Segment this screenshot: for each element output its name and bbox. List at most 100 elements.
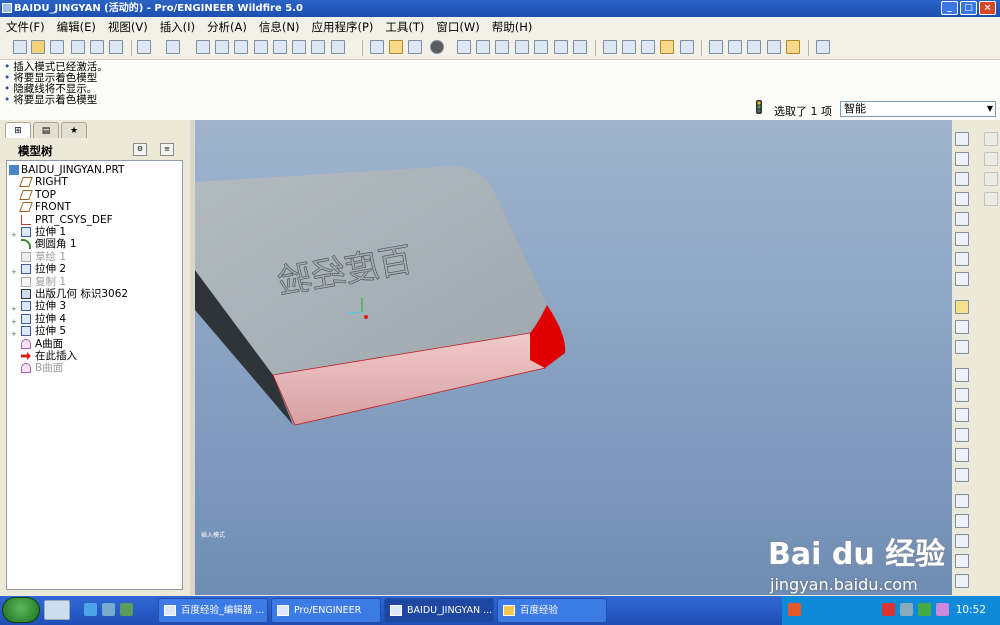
tab-folder-browser[interactable]: ▤ <box>33 122 59 138</box>
sidebar-tool-icon[interactable] <box>984 132 998 146</box>
extrude-tool-icon[interactable] <box>955 368 969 382</box>
menu-insert[interactable]: 插入(I) <box>154 19 201 35</box>
sidebar-tool-icon[interactable] <box>984 192 998 206</box>
csys-tool-icon[interactable] <box>955 232 969 246</box>
saved-views-icon[interactable] <box>534 40 548 54</box>
open-folder-icon[interactable] <box>31 40 45 54</box>
menu-edit[interactable]: 编辑(E) <box>51 19 102 35</box>
chamfer-tool-icon[interactable] <box>955 468 969 482</box>
datum-display-icon[interactable] <box>370 40 384 54</box>
shell-tool-icon[interactable] <box>955 494 969 508</box>
menu-info[interactable]: 信息(N) <box>253 19 306 35</box>
menu-help[interactable]: 帮助(H) <box>486 19 539 35</box>
close-button[interactable]: × <box>979 1 996 15</box>
selection-filter-dropdown[interactable]: 智能 ▼ <box>840 101 996 117</box>
tree-item-label: B曲面 <box>35 362 64 375</box>
app-icon[interactable] <box>120 603 133 616</box>
tray-app-icon[interactable] <box>788 603 801 616</box>
zoom-in-icon[interactable] <box>457 40 471 54</box>
menu-analysis[interactable]: 分析(A) <box>201 19 253 35</box>
orient-mode-icon[interactable] <box>408 40 422 54</box>
maximize-button[interactable]: □ <box>960 1 977 15</box>
datum-plane-tool-icon[interactable] <box>955 152 969 166</box>
task-button[interactable]: 百度经验 <box>497 598 607 623</box>
new-file-icon[interactable] <box>13 40 27 54</box>
show-desktop-icon[interactable] <box>44 600 70 620</box>
mirror-tool-icon[interactable] <box>955 320 969 334</box>
annotation-display-icon[interactable] <box>786 40 800 54</box>
csys-display-icon[interactable] <box>767 40 781 54</box>
menu-file[interactable]: 文件(F) <box>0 19 51 35</box>
task-button[interactable]: BAIDU_JINGYAN ... <box>384 598 494 623</box>
analysis-feature-icon[interactable] <box>955 252 969 266</box>
copy-icon[interactable] <box>215 40 229 54</box>
blend-tool-icon[interactable] <box>955 428 969 442</box>
reorient-icon[interactable] <box>515 40 529 54</box>
datum-plane-icon <box>19 202 33 213</box>
expand-icon[interactable]: + <box>11 328 17 340</box>
find-icon[interactable] <box>311 40 325 54</box>
redo-icon[interactable] <box>166 40 180 54</box>
merge-tool-icon[interactable] <box>955 340 969 354</box>
print-icon[interactable] <box>71 40 85 54</box>
point-display-icon[interactable] <box>747 40 761 54</box>
menu-tools[interactable]: 工具(T) <box>379 19 430 35</box>
sketch-tool-icon[interactable] <box>955 272 969 286</box>
no-hidden-icon[interactable] <box>641 40 655 54</box>
sidebar-tool-icon[interactable] <box>984 172 998 186</box>
print-preview-icon[interactable] <box>90 40 104 54</box>
regen-manager-icon[interactable] <box>292 40 306 54</box>
wireframe-icon[interactable] <box>603 40 617 54</box>
sketch-datum-icon[interactable] <box>955 132 969 146</box>
axis-display-icon[interactable] <box>728 40 742 54</box>
spin-center-icon[interactable] <box>389 40 403 54</box>
expand-icon[interactable]: + <box>11 316 17 328</box>
media-icon[interactable] <box>102 603 115 616</box>
layers-icon[interactable] <box>554 40 568 54</box>
sweep-tool-icon[interactable] <box>955 408 969 422</box>
tab-favorites[interactable]: ★ <box>61 122 87 138</box>
datum-axis-tool-icon[interactable] <box>955 172 969 186</box>
refit-icon[interactable] <box>495 40 509 54</box>
start-button[interactable] <box>2 597 40 623</box>
paste-special-icon[interactable] <box>254 40 268 54</box>
tray-app-icon[interactable] <box>900 603 913 616</box>
minimize-button[interactable]: _ <box>941 1 958 15</box>
menu-view[interactable]: 视图(V) <box>102 19 154 35</box>
hidden-line-icon[interactable] <box>622 40 636 54</box>
appearance-sphere-icon[interactable] <box>430 40 444 54</box>
tree-settings-icon[interactable]: ⚙ <box>133 143 147 156</box>
round-tool-icon[interactable] <box>955 448 969 462</box>
view-manager-icon[interactable] <box>573 40 587 54</box>
regenerate-icon[interactable] <box>273 40 287 54</box>
edit-tool-icon[interactable] <box>955 300 969 314</box>
menu-window[interactable]: 窗口(W) <box>430 19 485 35</box>
expand-icon[interactable]: + <box>11 303 17 315</box>
save-icon[interactable] <box>50 40 64 54</box>
cut-icon[interactable] <box>196 40 210 54</box>
email-icon[interactable] <box>109 40 123 54</box>
undo-icon[interactable] <box>137 40 151 54</box>
expand-icon[interactable]: + <box>11 229 17 241</box>
tray-app-icon[interactable] <box>936 603 949 616</box>
tab-model-tree[interactable]: ⊞ <box>5 122 31 138</box>
tray-app-icon[interactable] <box>882 603 895 616</box>
tree-columns-icon[interactable]: ≡ <box>160 143 174 156</box>
zoom-out-icon[interactable] <box>476 40 490 54</box>
browser-icon[interactable] <box>84 603 97 616</box>
menu-applications[interactable]: 应用程序(P) <box>305 19 379 35</box>
expand-icon[interactable]: + <box>11 266 17 278</box>
paste-icon[interactable] <box>234 40 248 54</box>
datum-point-tool-icon[interactable] <box>955 212 969 226</box>
sidebar-tool-icon[interactable] <box>984 152 998 166</box>
context-help-icon[interactable] <box>816 40 830 54</box>
shading-icon[interactable] <box>660 40 674 54</box>
revolve-tool-icon[interactable] <box>955 388 969 402</box>
select-box-icon[interactable] <box>331 40 345 54</box>
enhanced-realism-icon[interactable] <box>680 40 694 54</box>
task-button[interactable]: Pro/ENGINEER <box>271 598 381 623</box>
tray-app-icon[interactable] <box>918 603 931 616</box>
datum-curve-tool-icon[interactable] <box>955 192 969 206</box>
task-button[interactable]: 百度经验_编辑器 ... <box>158 598 268 623</box>
plane-display-icon[interactable] <box>709 40 723 54</box>
